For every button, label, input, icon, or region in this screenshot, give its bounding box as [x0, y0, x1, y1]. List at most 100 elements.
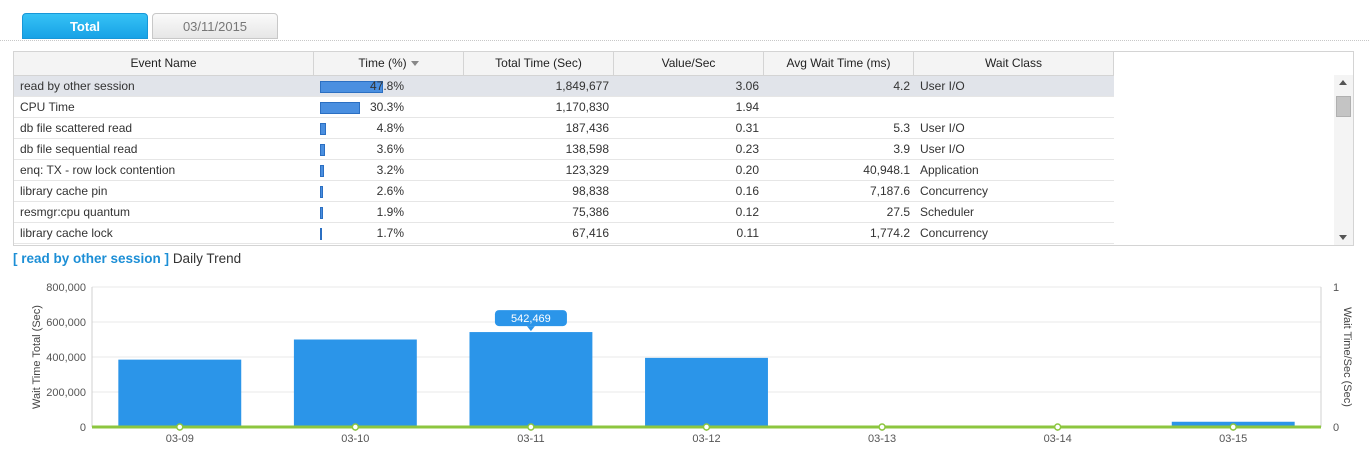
column-header-value-sec[interactable]: Value/Sec [614, 52, 764, 75]
time-pct-cell: 1.7% [376, 226, 404, 240]
wait-class-cell [920, 97, 1110, 117]
y-tick-label: 600,000 [46, 317, 86, 329]
y-tick-label: 200,000 [46, 387, 86, 399]
bar-03-11[interactable] [469, 332, 593, 427]
tab-date[interactable]: 03/11/2015 [152, 13, 278, 39]
total-time-cell: 75,386 [572, 205, 609, 219]
value-sec-cell: 0.12 [735, 205, 759, 219]
total-time-cell: 123,329 [565, 163, 609, 177]
event-name-cell: resmgr:cpu quantum [20, 205, 131, 219]
column-label: Event Name [130, 56, 197, 70]
x-tick-label: 03-10 [341, 433, 369, 445]
time-pct-cell: 2.6% [376, 184, 404, 198]
tooltip-label: 542,469 [511, 313, 551, 325]
column-header-event-name[interactable]: Event Name [14, 52, 314, 75]
y2-tick-label: 0 [1333, 422, 1339, 434]
column-header-total-time[interactable]: Total Time (Sec) [464, 52, 614, 75]
y-axis-title: Wait Time Total (Sec) [31, 305, 43, 409]
wait-class-cell: Concurrency [920, 226, 989, 240]
trend-title-suffix: Daily Trend [172, 251, 242, 266]
avg-wait-cell: 1,774.2 [869, 226, 910, 240]
event-name-cell: db file sequential read [20, 142, 138, 156]
time-pct-bar [320, 207, 323, 219]
line-point[interactable] [1229, 423, 1237, 431]
event-name-cell: CPU Time [20, 100, 75, 114]
table-row[interactable]: db file scattered read 4.8% 187,436 0.31 5.3… [14, 118, 1114, 139]
table-row[interactable]: read by other session 47.8% 1,849,677 3.06 4… [14, 76, 1114, 97]
table-row[interactable]: db file sequential read 3.6% 138,598 0.23 3.… [14, 139, 1114, 160]
avg-wait-cell: 7,187.6 [869, 184, 910, 198]
value-sec-cell: 0.11 [736, 226, 759, 240]
table-scrollbar[interactable] [1334, 75, 1353, 245]
column-label: Avg Wait Time (ms) [786, 56, 891, 70]
total-time-cell: 1,170,830 [555, 100, 609, 114]
value-sec-cell: 1.94 [735, 100, 759, 114]
table-row[interactable]: library cache lock 1.7% 67,416 0.11 1,774.2 C… [14, 223, 1114, 244]
scroll-down-icon[interactable] [1339, 235, 1347, 240]
event-name-cell: enq: TX - row lock contention [20, 163, 176, 177]
tab-bar: Total 03/11/2015 [0, 0, 1369, 42]
column-header-time-pct[interactable]: Time (%) [314, 52, 464, 75]
bar-03-12[interactable] [645, 357, 768, 427]
value-sec-cell: 0.31 [735, 121, 759, 135]
line-point[interactable] [878, 423, 886, 431]
y-tick-label: 0 [80, 422, 86, 434]
wait-event-table: Event Name Time (%) Total Time (Sec) Val… [13, 51, 1354, 246]
x-tick-label: 03-15 [1219, 433, 1247, 445]
y2-tick-label: 1 [1333, 282, 1339, 294]
scroll-thumb[interactable] [1336, 96, 1351, 117]
time-pct-bar [320, 123, 326, 135]
event-name-cell: library cache lock [20, 226, 113, 240]
x-tick-label: 03-13 [868, 433, 896, 445]
column-header-avg-wait[interactable]: Avg Wait Time (ms) [764, 52, 914, 75]
wait-class-cell: Application [920, 163, 979, 177]
x-tick-label: 03-14 [1044, 433, 1072, 445]
avg-wait-cell: 3.9 [893, 142, 910, 156]
event-name-cell: db file scattered read [20, 121, 133, 135]
wait-class-cell: Scheduler [920, 205, 975, 219]
scroll-up-icon[interactable] [1339, 80, 1347, 85]
total-time-cell: 67,416 [572, 226, 609, 240]
avg-wait-cell: 40,948.1 [863, 163, 910, 177]
line-point[interactable] [1053, 423, 1062, 431]
time-pct-bar [320, 186, 323, 198]
daily-trend-chart: 0 200,000 400,000 600,000 800,000 0 1 Wait Time… [31, 282, 1353, 445]
tab-total[interactable]: Total [22, 13, 148, 39]
avg-wait-cell: 5.3 [893, 121, 910, 135]
table-row[interactable]: library cache pin 2.6% 98,838 0.16 7,187.6 Co… [14, 181, 1114, 202]
line-point[interactable] [351, 423, 360, 431]
value-sec-cell: 3.06 [735, 79, 759, 93]
time-pct-cell: 3.6% [376, 142, 404, 156]
y-tick-label: 800,000 [46, 282, 86, 294]
line-point[interactable] [176, 423, 184, 431]
event-name-cell: read by other session [20, 79, 135, 93]
table-row[interactable]: enq: TX - row lock contention 3.2% 123,329… [14, 160, 1114, 181]
trend-title: [ read by other session ] Daily Trend [13, 251, 241, 266]
value-sec-cell: 0.23 [735, 142, 759, 156]
time-pct-cell: 3.2% [376, 163, 404, 177]
total-time-cell: 1,849,677 [555, 79, 609, 93]
line-point[interactable] [527, 423, 535, 431]
wait-class-cell: User I/O [920, 79, 965, 93]
avg-wait-cell: 4.2 [893, 79, 910, 93]
time-pct-cell: 1.9% [376, 205, 404, 219]
tab-divider [0, 40, 1369, 41]
column-header-wait-class[interactable]: Wait Class [914, 52, 1114, 75]
sort-desc-icon [410, 61, 419, 67]
total-time-cell: 187,436 [565, 121, 609, 135]
wait-class-cell: User I/O [920, 142, 965, 156]
y-tick-label: 400,000 [46, 352, 86, 364]
bar-03-10[interactable] [293, 339, 417, 428]
time-pct-bar [320, 144, 325, 156]
value-sec-cell: 0.20 [735, 163, 759, 177]
time-pct-cell: 4.8% [376, 121, 404, 135]
x-tick-label: 03-09 [166, 433, 194, 445]
column-label: Total Time (Sec) [495, 56, 582, 70]
line-point[interactable] [702, 423, 711, 431]
selected-event-label[interactable]: [ read by other session ] [13, 251, 169, 266]
x-tick-label: 03-12 [692, 433, 720, 445]
bar-03-09[interactable] [118, 359, 242, 427]
table-row[interactable]: CPU Time 30.3% 1,170,830 1.94 [14, 97, 1114, 118]
time-pct-cell: 30.3% [369, 100, 404, 114]
table-row[interactable]: resmgr:cpu quantum 1.9% 75,386 0.12 27.5 Sche… [14, 202, 1114, 223]
